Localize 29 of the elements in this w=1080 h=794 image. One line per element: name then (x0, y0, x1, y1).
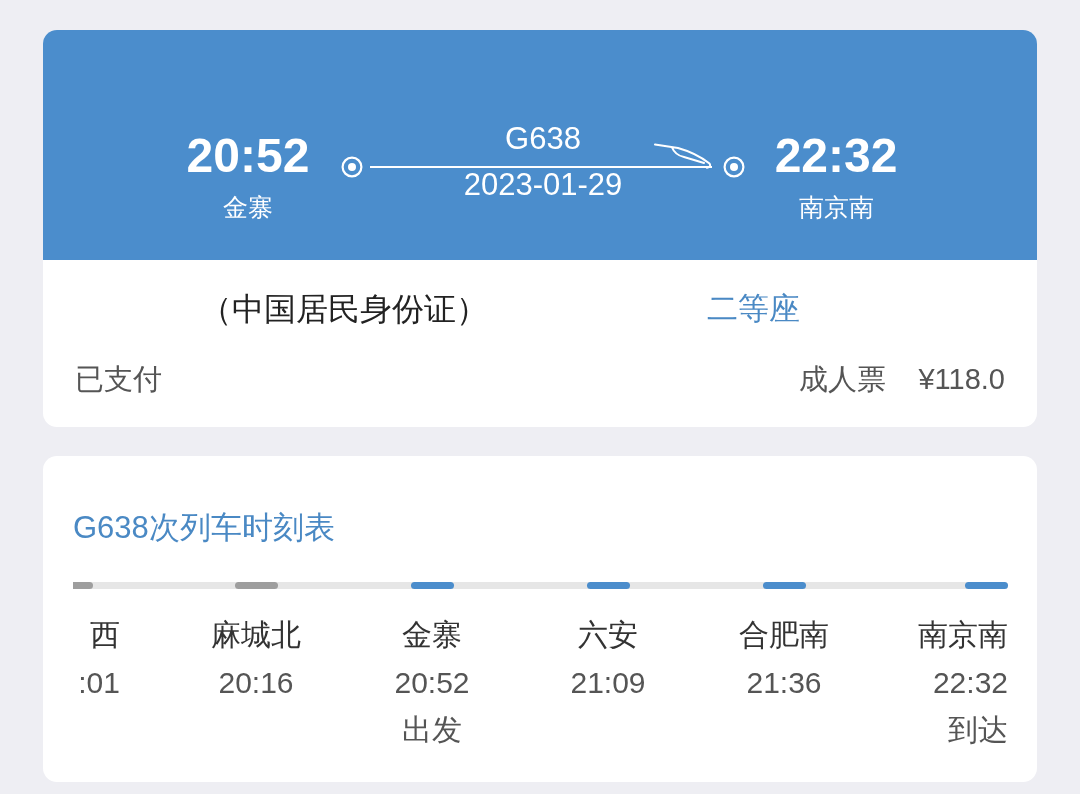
station-name: 麻城北 (211, 617, 301, 653)
station-name: 南京南 (918, 617, 1008, 653)
stop-time: 22:32 (932, 665, 1008, 701)
stop-time: 20:16 (218, 665, 294, 701)
station-ring-icon (723, 156, 745, 178)
travel-date: 2023-01-29 (463, 170, 623, 200)
timetable-title: G638次列车时刻表 (73, 510, 335, 546)
station-name: 合肥南 (739, 617, 829, 653)
departure-station: 金寨 (223, 192, 273, 222)
station-name: 西 (90, 617, 120, 653)
departure-time: 20:52 (186, 130, 310, 182)
id-type-label: （中国居民身份证） (200, 290, 488, 329)
stop-time: 20:52 (394, 665, 470, 701)
stop-note: 出发 (402, 712, 462, 748)
stop-note: 到达 (948, 712, 1008, 748)
train-number: G638 (505, 122, 581, 156)
stop-time: 21:09 (570, 665, 646, 701)
ticket-price: ¥118.0 (918, 362, 1005, 397)
arrival-station: 南京南 (798, 192, 874, 222)
stop-time: 21:36 (746, 665, 822, 701)
ticket-type: 成人票 (799, 362, 887, 397)
arrival-time: 22:32 (774, 130, 898, 182)
station-name: 金寨 (402, 617, 462, 653)
stop-time: :01 (78, 665, 120, 701)
station-name: 六安 (578, 617, 638, 653)
seat-class: 二等座 (707, 290, 800, 328)
station-ring-icon (341, 156, 363, 178)
train-icon (654, 143, 712, 169)
payment-status: 已支付 (75, 362, 162, 397)
